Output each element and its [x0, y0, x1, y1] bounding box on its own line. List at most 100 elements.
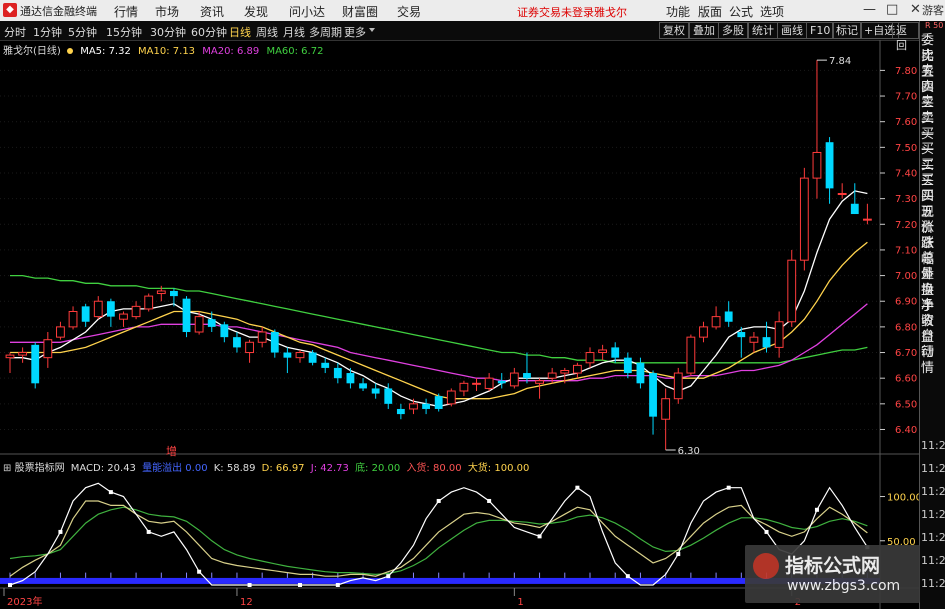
formula-settings-icon[interactable]: ⊞	[3, 463, 11, 474]
price-tick-label: 7.30	[895, 194, 917, 205]
period-daily[interactable]: 日线	[229, 24, 251, 40]
tool-adjust[interactable]: 复权	[659, 22, 689, 39]
candle-body	[459, 382, 469, 392]
price-tick-label: 7.20	[895, 220, 917, 231]
tool-multistock[interactable]: 多股	[718, 22, 748, 39]
settings-dot-icon[interactable]	[67, 48, 73, 54]
ma5-label: MA5: 7.32	[80, 46, 131, 57]
ma60-line	[10, 274, 868, 364]
period-multi[interactable]: 多周期	[309, 24, 342, 40]
period-monthly[interactable]: 月线	[283, 24, 305, 40]
candle-body	[560, 369, 570, 374]
menu-options[interactable]: 选项	[760, 3, 784, 20]
app-logo-icon: ◆	[3, 3, 17, 17]
tool-stats[interactable]: 统计	[748, 22, 778, 39]
signal-dot	[108, 490, 113, 495]
period-5min[interactable]: 5分钟	[68, 24, 97, 40]
ru-label: 入货: 80.00	[406, 463, 462, 474]
candle-body	[270, 332, 279, 353]
menu-market-center[interactable]: 市场	[155, 3, 179, 20]
time-entry: 11:25	[921, 554, 945, 567]
date-label: 12	[240, 597, 253, 608]
candle-body	[509, 372, 519, 387]
tool-drawline[interactable]: 画线	[777, 22, 807, 39]
watermark-url: www.zbgs3.com	[787, 578, 901, 594]
candle-body	[182, 298, 191, 333]
candle-body	[93, 300, 103, 318]
tool-overlay[interactable]: 叠加	[689, 22, 719, 39]
panel-top-label: R 50	[925, 21, 944, 30]
menu-wealth[interactable]: 财富圈	[342, 3, 378, 20]
moving-average-lines	[10, 190, 868, 408]
menu-function[interactable]: 功能	[666, 3, 690, 20]
candle-body	[409, 403, 418, 410]
candle-body	[611, 347, 620, 358]
period-weekly[interactable]: 周线	[256, 24, 278, 40]
tool-back[interactable]: 返回	[892, 22, 919, 52]
period-15min[interactable]: 15分钟	[106, 24, 142, 40]
watermark: 指标公式网 www.zbgs3.com	[745, 545, 920, 603]
candle-body	[774, 321, 784, 348]
candle-body	[68, 310, 78, 328]
period-fenshi[interactable]: 分时	[4, 24, 26, 40]
date-label: 1	[517, 597, 523, 608]
date-axis: 2023年1212	[3, 588, 801, 608]
time-entry: 11:25	[921, 439, 945, 452]
sub-tick-label: 100.00	[887, 493, 919, 504]
price-tick-label: 7.40	[895, 168, 917, 179]
maximize-button[interactable]: □	[886, 2, 898, 17]
candle-body	[497, 380, 506, 384]
period-60min[interactable]: 60分钟	[191, 24, 227, 40]
price-tick-label: 7.70	[895, 92, 917, 103]
signal-dot	[814, 507, 819, 512]
candle-body	[371, 388, 380, 394]
status-label: 量能溢出	[142, 463, 183, 474]
candle-body	[422, 403, 430, 409]
menu-layout[interactable]: 版面	[698, 3, 722, 20]
menu-discover[interactable]: 发现	[244, 3, 268, 20]
candle-body	[106, 301, 115, 317]
tool-mark[interactable]: 标记	[832, 22, 862, 39]
price-tick-label: 7.10	[895, 245, 917, 256]
tool-f10[interactable]: F10	[806, 22, 835, 39]
candlestick-series	[5, 60, 872, 450]
candle-body	[283, 352, 292, 358]
guest-label[interactable]: 游客	[920, 2, 945, 18]
candle-body	[194, 316, 204, 333]
menu-trade[interactable]: 交易	[397, 3, 421, 20]
login-warning[interactable]: 证券交易未登录	[517, 4, 594, 20]
period-more[interactable]: 更多	[344, 24, 366, 40]
more-chevron-icon	[369, 28, 375, 32]
menu-xiaoda[interactable]: 问小达	[289, 3, 325, 20]
candle-body	[131, 305, 141, 318]
candle-body	[346, 373, 355, 384]
menu-market[interactable]: 行情	[114, 3, 138, 20]
signal-marker: 增	[166, 445, 177, 458]
j-label: J: 42.73	[310, 463, 349, 474]
indicator-name[interactable]: 股票指标网	[15, 463, 65, 474]
period-30min[interactable]: 30分钟	[150, 24, 186, 40]
kline-chart[interactable]: 7.80 7.70 7.60 7.50 7.40 7.30 7.20 7.10 7.00 6.90…	[0, 40, 919, 609]
price-tick-label: 6.50	[895, 399, 917, 410]
price-tick-label: 7.00	[895, 271, 917, 282]
price-tick-label: 6.60	[895, 374, 917, 385]
period-1min[interactable]: 1分钟	[33, 24, 62, 40]
candle-body	[711, 316, 721, 328]
quote-field-20[interactable]: 行情	[921, 345, 945, 377]
menu-news[interactable]: 资讯	[200, 3, 224, 20]
date-label: 2023年	[7, 595, 42, 608]
candle-body	[787, 259, 797, 323]
menu-formula[interactable]: 公式	[729, 3, 753, 20]
signal-dot	[335, 583, 340, 587]
minimize-button[interactable]: —	[863, 2, 876, 17]
signal-dot	[298, 583, 302, 587]
candle-body	[333, 367, 342, 379]
candle-body	[547, 372, 557, 379]
signal-dot	[575, 485, 580, 490]
da-label: 大货: 100.00	[467, 463, 530, 474]
candle-body	[396, 408, 405, 415]
price-axis: 7.80 7.70 7.60 7.50 7.40 7.30 7.20 7.10 7.00 6.90…	[880, 66, 917, 436]
candle-body	[384, 388, 393, 404]
signal-dot	[676, 552, 681, 557]
candle-body	[523, 373, 531, 379]
